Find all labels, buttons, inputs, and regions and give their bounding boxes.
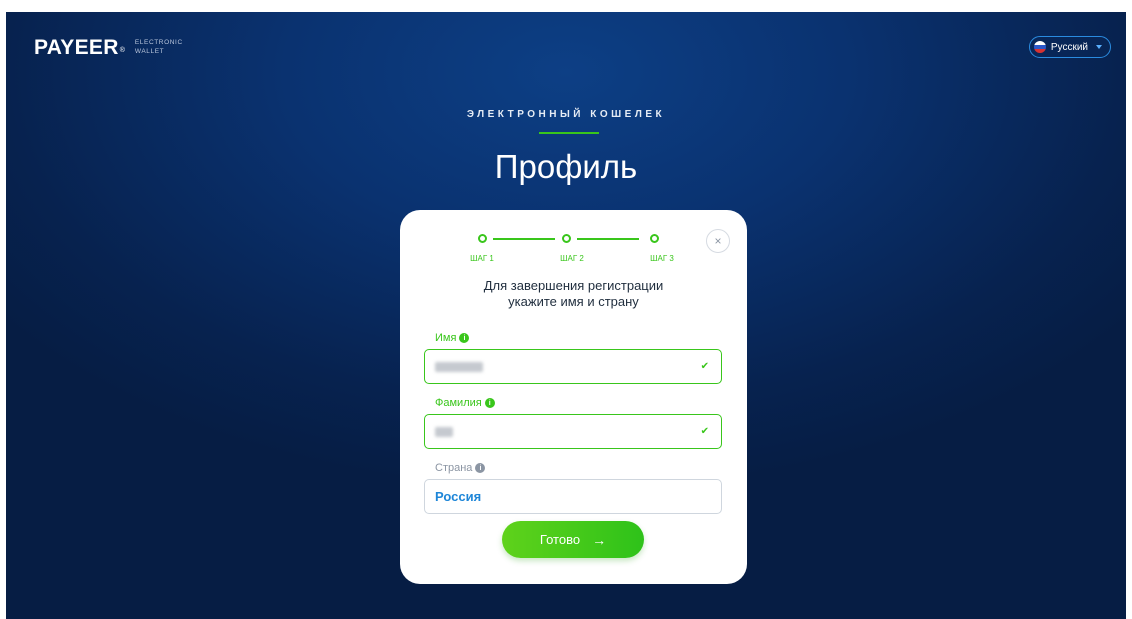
first-name-value-redacted bbox=[435, 361, 483, 372]
step-dot-3 bbox=[650, 234, 659, 243]
check-icon: ✔ bbox=[700, 426, 709, 437]
info-icon[interactable]: i bbox=[484, 398, 495, 408]
language-selector[interactable]: Русский bbox=[1028, 36, 1111, 58]
country-value: Россия bbox=[435, 489, 482, 504]
stepper bbox=[478, 234, 668, 244]
logo-subtitle-line2: WALLET bbox=[134, 48, 165, 55]
step-connector-1 bbox=[493, 238, 555, 240]
step-dot-2 bbox=[562, 234, 571, 243]
step-label-3: ШАГ 3 bbox=[650, 254, 674, 263]
step-label-2: ШАГ 2 bbox=[560, 254, 584, 263]
prompt-line-2: укажите имя и страну bbox=[508, 294, 639, 309]
payeer-logo[interactable]: PAYEER ® ELECTRONIC WALLET bbox=[34, 36, 183, 59]
first-name-label: Имя i bbox=[435, 332, 470, 344]
submit-button[interactable]: Готово → bbox=[502, 521, 644, 558]
logo-subtitle-line1: ELECTRONIC bbox=[134, 39, 183, 46]
registration-card: × ШАГ 1 ШАГ 2 ШАГ 3 Для завершения регис… bbox=[400, 210, 747, 584]
page-title: Профиль bbox=[494, 148, 638, 185]
last-name-label-text: Фамилия bbox=[435, 397, 482, 409]
close-icon[interactable]: × bbox=[706, 229, 730, 253]
page: PAYEER ® ELECTRONIC WALLET Русский ЭЛЕКТ… bbox=[6, 12, 1126, 619]
first-name-label-text: Имя bbox=[435, 332, 457, 344]
logo-registered-mark: ® bbox=[119, 47, 125, 54]
info-icon[interactable]: i bbox=[475, 463, 486, 473]
russia-flag-icon bbox=[1033, 41, 1046, 53]
submit-label: Готово bbox=[539, 532, 581, 547]
eyebrow-underline bbox=[539, 132, 599, 134]
step-label-1: ШАГ 1 bbox=[470, 254, 494, 263]
registration-prompt: Для завершения регистрации укажите имя и… bbox=[400, 278, 747, 310]
caret-down-icon bbox=[1096, 45, 1102, 49]
section-eyebrow: ЭЛЕКТРОННЫЙ КОШЕЛЕК bbox=[466, 109, 666, 120]
country-select[interactable]: Россия bbox=[424, 479, 722, 514]
prompt-line-1: Для завершения регистрации bbox=[483, 278, 664, 293]
last-name-label: Фамилия i bbox=[435, 397, 495, 409]
first-name-input[interactable]: ✔ bbox=[424, 349, 722, 384]
last-name-input[interactable]: ✔ bbox=[424, 414, 722, 449]
arrow-right-icon: → bbox=[592, 531, 607, 548]
logo-wordmark: PAYEER bbox=[34, 36, 119, 59]
language-label: Русский bbox=[1050, 41, 1088, 53]
country-label: Страна i bbox=[435, 462, 486, 474]
country-label-text: Страна bbox=[435, 462, 473, 474]
last-name-value-redacted bbox=[435, 426, 453, 437]
check-icon: ✔ bbox=[700, 361, 709, 372]
logo-subtitle: ELECTRONIC WALLET bbox=[135, 38, 183, 56]
step-connector-2 bbox=[577, 238, 639, 240]
info-icon[interactable]: i bbox=[459, 333, 470, 343]
step-dot-1 bbox=[478, 234, 487, 243]
